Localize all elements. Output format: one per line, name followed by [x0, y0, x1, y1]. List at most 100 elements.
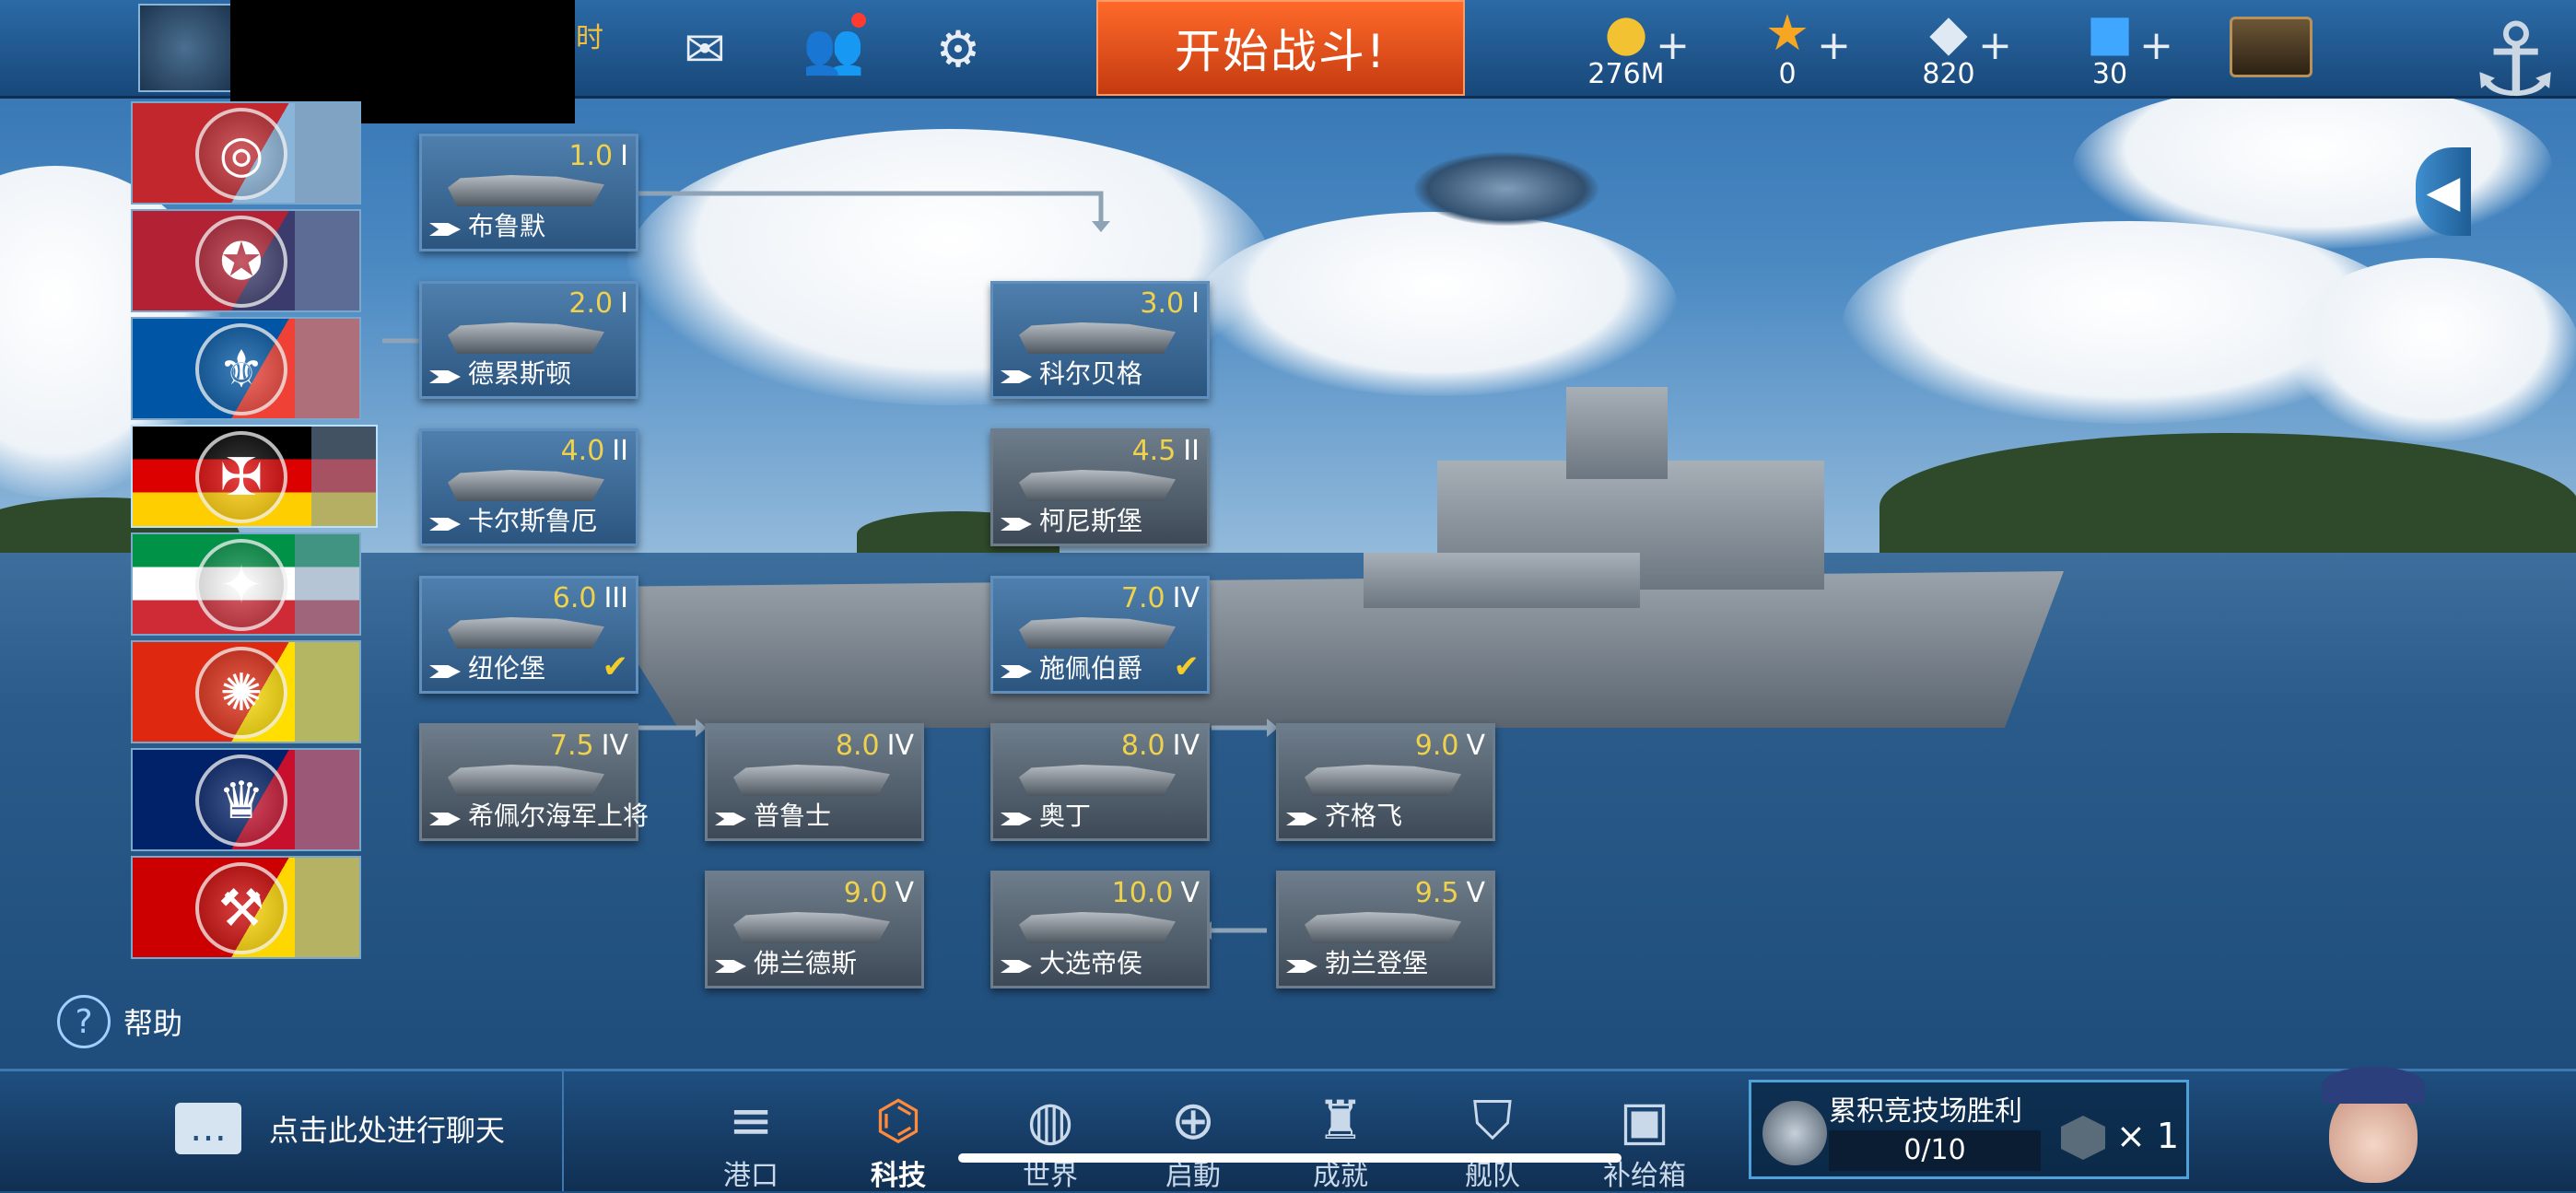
nation-tab-shade [295, 211, 359, 310]
ship-node-n6[interactable]: 3.0 I 科尔贝格 [990, 281, 1210, 399]
checkmark-icon: ✔ [1173, 649, 1200, 685]
ship-node-n7[interactable]: 4.5 II 柯尼斯堡 [990, 428, 1210, 546]
ship-node-n4[interactable]: 6.0 III 纽伦堡 ✔ [419, 576, 638, 694]
ship-silhouette [1305, 765, 1461, 796]
nav-fleet[interactable]: ⛉ 舰队 [1446, 1088, 1539, 1193]
nation-emblem-icon: ✠ [195, 431, 287, 523]
anchor-icon[interactable]: ⚓ [2460, 0, 2570, 120]
ship-class-icon [429, 518, 461, 531]
ship-node-n2[interactable]: 2.0 I 德累斯顿 [419, 281, 638, 399]
chevron-left-icon: ◀ [2426, 166, 2461, 217]
tech-tree: 1.0 I 布鲁默 2.0 I 德累斯顿 4.0 II 卡尔斯鲁厄 6.0 III 纽伦… [382, 120, 2538, 1059]
ship-silhouette [1019, 617, 1176, 649]
nation-emblem-icon: ♛ [195, 754, 287, 847]
ship-class-icon [1001, 518, 1032, 531]
nav-tech[interactable]: ⌬ 科技 [852, 1088, 944, 1193]
ship-tier: 2.0 I [568, 287, 628, 320]
notification-dot [851, 13, 866, 28]
ship-name: 德累斯顿 [468, 358, 572, 389]
ship-name: 施佩伯爵 [1039, 653, 1143, 684]
ship-tier: 7.0 IV [1120, 582, 1200, 614]
ship-tier: 1.0 I [568, 140, 628, 172]
nav-achievement[interactable]: ♜ 成就 [1294, 1088, 1387, 1193]
ship-silhouette [1019, 322, 1176, 354]
nation-tab-nation-italy[interactable]: ✦ [131, 532, 361, 636]
ship-silhouette [448, 617, 604, 649]
ship-name: 科尔贝格 [1039, 358, 1143, 389]
ship-node-n13[interactable]: 10.0 V 大选帝侯 [990, 871, 1210, 988]
ship-name: 勃兰登堡 [1325, 948, 1429, 978]
add-diamond-icon[interactable]: + [1978, 22, 2012, 69]
ship-node-n10[interactable]: 8.0 IV 奥丁 [990, 723, 1210, 841]
ship-node-n11[interactable]: 9.0 V 齐格飞 [1276, 723, 1495, 841]
ship-node-n1[interactable]: 1.0 I 布鲁默 [419, 134, 638, 251]
ship-silhouette [1019, 765, 1176, 796]
ship-node-n8[interactable]: 7.0 IV 施佩伯爵 ✔ [990, 576, 1210, 694]
wings-icon: ♜ [1317, 1089, 1364, 1152]
ship-silhouette [1019, 470, 1176, 501]
add-gold-icon[interactable]: + [1656, 22, 1690, 69]
ship-tier: 4.5 II [1131, 435, 1200, 467]
ship-class-icon [1001, 665, 1032, 678]
shield-icon: ⛉ [1472, 1089, 1513, 1152]
nation-emblem-icon: ✦ [195, 539, 287, 631]
ship-class-icon [715, 960, 746, 973]
ship-class-icon [1001, 813, 1032, 825]
start-battle-button[interactable]: 开始战斗! [1096, 0, 1465, 96]
nation-tab-shade [295, 319, 359, 418]
bottom-bar: … 点击此处进行聊天 ≡ 港口 ⌬ 科技 ◍ 世界 ⊕ 启動 ♜ 成就 ⛉ 舰队 ▣ 补给箱 [0, 1069, 2576, 1193]
nation-tab-nation-1[interactable]: ◎ [131, 101, 361, 205]
ship-name: 希佩尔海军上将 [468, 801, 650, 831]
ship-class-icon [1001, 960, 1032, 973]
resource-gold[interactable]: ● + 276M [1566, 6, 1690, 94]
checkmark-icon: ✔ [602, 649, 629, 685]
nation-tab-nation-germany[interactable]: ✠ [131, 425, 378, 528]
tech-icon: ⌬ [874, 1089, 922, 1152]
nation-tab-nation-china[interactable]: ✺ [131, 640, 361, 743]
mail-icon[interactable]: ✉ [673, 17, 737, 81]
ship-name: 齐格飞 [1325, 801, 1403, 831]
ship-name: 佛兰德斯 [754, 948, 858, 978]
nation-tab-nation-uk[interactable]: ♛ [131, 748, 361, 851]
ship-tier: 4.0 II [560, 435, 628, 467]
nation-tab-nation-usa[interactable]: ✪ [131, 209, 361, 312]
nav-launch[interactable]: ⊕ 启動 [1147, 1088, 1239, 1193]
nation-tab-nation-france[interactable]: ⚜ [131, 317, 361, 420]
chat-label: 点击此处进行聊天 [269, 1113, 506, 1148]
home-indicator[interactable] [958, 1153, 1622, 1163]
ship-node-n5[interactable]: 7.5 IV 希佩尔海军上将 [419, 723, 649, 841]
resource-cube[interactable]: ■ + 30 [2050, 6, 2173, 94]
ship-node-n14[interactable]: 9.5 V 勃兰登堡 [1276, 871, 1495, 988]
ship-tier: 8.0 IV [835, 730, 914, 762]
collapse-panel-button[interactable]: ◀ [2416, 147, 2471, 236]
settings-gear-icon[interactable]: ⚙ [926, 17, 990, 81]
nation-tab-shade [295, 858, 359, 957]
chat-bubble-icon: … [175, 1103, 241, 1154]
nav-world[interactable]: ◍ 世界 [1004, 1088, 1096, 1193]
ship-class-icon [429, 370, 461, 383]
arena-wins-panel[interactable]: 累积竞技场胜利 0/10 × 1 [1749, 1080, 2189, 1179]
advisor-portrait[interactable] [2322, 1059, 2425, 1188]
ship-class-icon [1001, 370, 1032, 383]
ship-node-n3[interactable]: 4.0 II 卡尔斯鲁厄 [419, 428, 638, 546]
add-cube-icon[interactable]: + [2139, 22, 2173, 69]
nation-tab-shade [295, 642, 359, 742]
ship-name: 纽伦堡 [468, 653, 546, 684]
nation-tab-nation-ussr[interactable]: ⚒ [131, 856, 361, 959]
resource-diamond[interactable]: ◆ + 820 [1889, 6, 2012, 94]
nav-supply[interactable]: ▣ 补给箱 [1598, 1088, 1691, 1193]
launch-icon: ⊕ [1170, 1089, 1216, 1152]
ship-tier: 9.0 V [843, 877, 914, 909]
help-button[interactable]: ? 帮助 [57, 995, 182, 1048]
nav-harbor[interactable]: ≡ 港口 [705, 1088, 797, 1193]
treasure-chest-icon[interactable] [2230, 17, 2313, 77]
resource-star[interactable]: ★ + 0 [1727, 6, 1851, 94]
chat-button[interactable]: … 点击此处进行聊天 [175, 1103, 505, 1154]
player-avatar[interactable] [138, 4, 232, 92]
nation-emblem-icon: ◎ [195, 108, 287, 200]
ship-node-n12[interactable]: 9.0 V 佛兰德斯 [705, 871, 924, 988]
add-star-icon[interactable]: + [1817, 22, 1851, 69]
ship-node-n9[interactable]: 8.0 IV 普鲁士 [705, 723, 924, 841]
nation-emblem-icon: ⚒ [195, 862, 287, 954]
ship-tier: 8.0 IV [1120, 730, 1200, 762]
